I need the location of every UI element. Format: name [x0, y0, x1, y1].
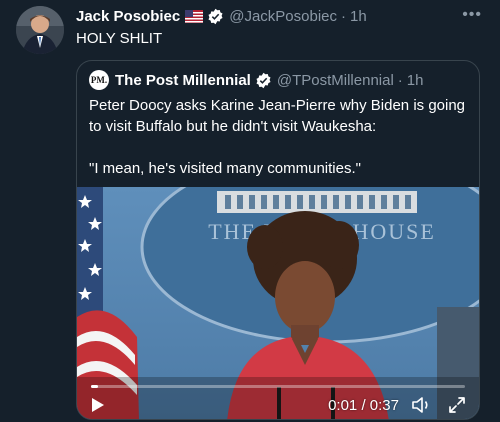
verified-badge-icon — [255, 72, 272, 89]
volume-icon[interactable] — [411, 395, 433, 415]
quoted-text-line: Peter Doocy asks Karine Jean-Pierre why … — [89, 97, 466, 135]
video-player[interactable]: THE WHITE HOUSE — [77, 187, 479, 419]
progress-bar[interactable] — [91, 385, 465, 388]
quoted-text-quote: "I mean, he's visited many communities." — [89, 160, 361, 177]
quoted-author-handle[interactable]: @TPostMillennial — [277, 72, 394, 89]
quoted-author-name[interactable]: The Post Millennial — [115, 72, 251, 89]
video-time: 0:01 / 0:37 — [328, 397, 399, 414]
separator-dot: · — [341, 7, 347, 25]
tweet-time[interactable]: 1h — [350, 8, 367, 25]
quoted-tweet[interactable]: PM. The Post Millennial @TPostMillennial… — [76, 60, 480, 420]
duration: 0:37 — [369, 397, 399, 414]
progress-fill — [91, 385, 99, 388]
author-name[interactable]: Jack Posobiec — [76, 8, 180, 25]
video-controls: 0:01 / 0:37 — [77, 381, 479, 419]
current-time: 0:01 — [328, 397, 358, 414]
expand-icon[interactable] — [447, 395, 467, 415]
play-icon[interactable] — [91, 397, 105, 413]
more-horizontal-icon[interactable]: ••• — [462, 6, 482, 24]
tweet[interactable]: Jack Posobiec @JackPosobiec · 1h ••• HOL… — [0, 0, 500, 422]
quoted-header: PM. The Post Millennial @TPostMillennial… — [89, 70, 423, 90]
quoted-avatar[interactable]: PM. — [89, 70, 109, 90]
author-avatar[interactable] — [16, 6, 64, 54]
us-flag-icon — [185, 9, 204, 23]
verified-badge-icon — [207, 8, 224, 25]
tweet-header: Jack Posobiec @JackPosobiec · 1h — [76, 6, 460, 26]
time-separator: / — [357, 397, 370, 414]
tweet-text: HOLY SHLIT — [76, 30, 163, 47]
author-handle[interactable]: @JackPosobiec — [229, 8, 337, 25]
separator-dot: · — [397, 71, 403, 89]
quoted-time[interactable]: 1h — [407, 72, 424, 89]
quoted-text: Peter Doocy asks Karine Jean-Pierre why … — [89, 95, 469, 179]
